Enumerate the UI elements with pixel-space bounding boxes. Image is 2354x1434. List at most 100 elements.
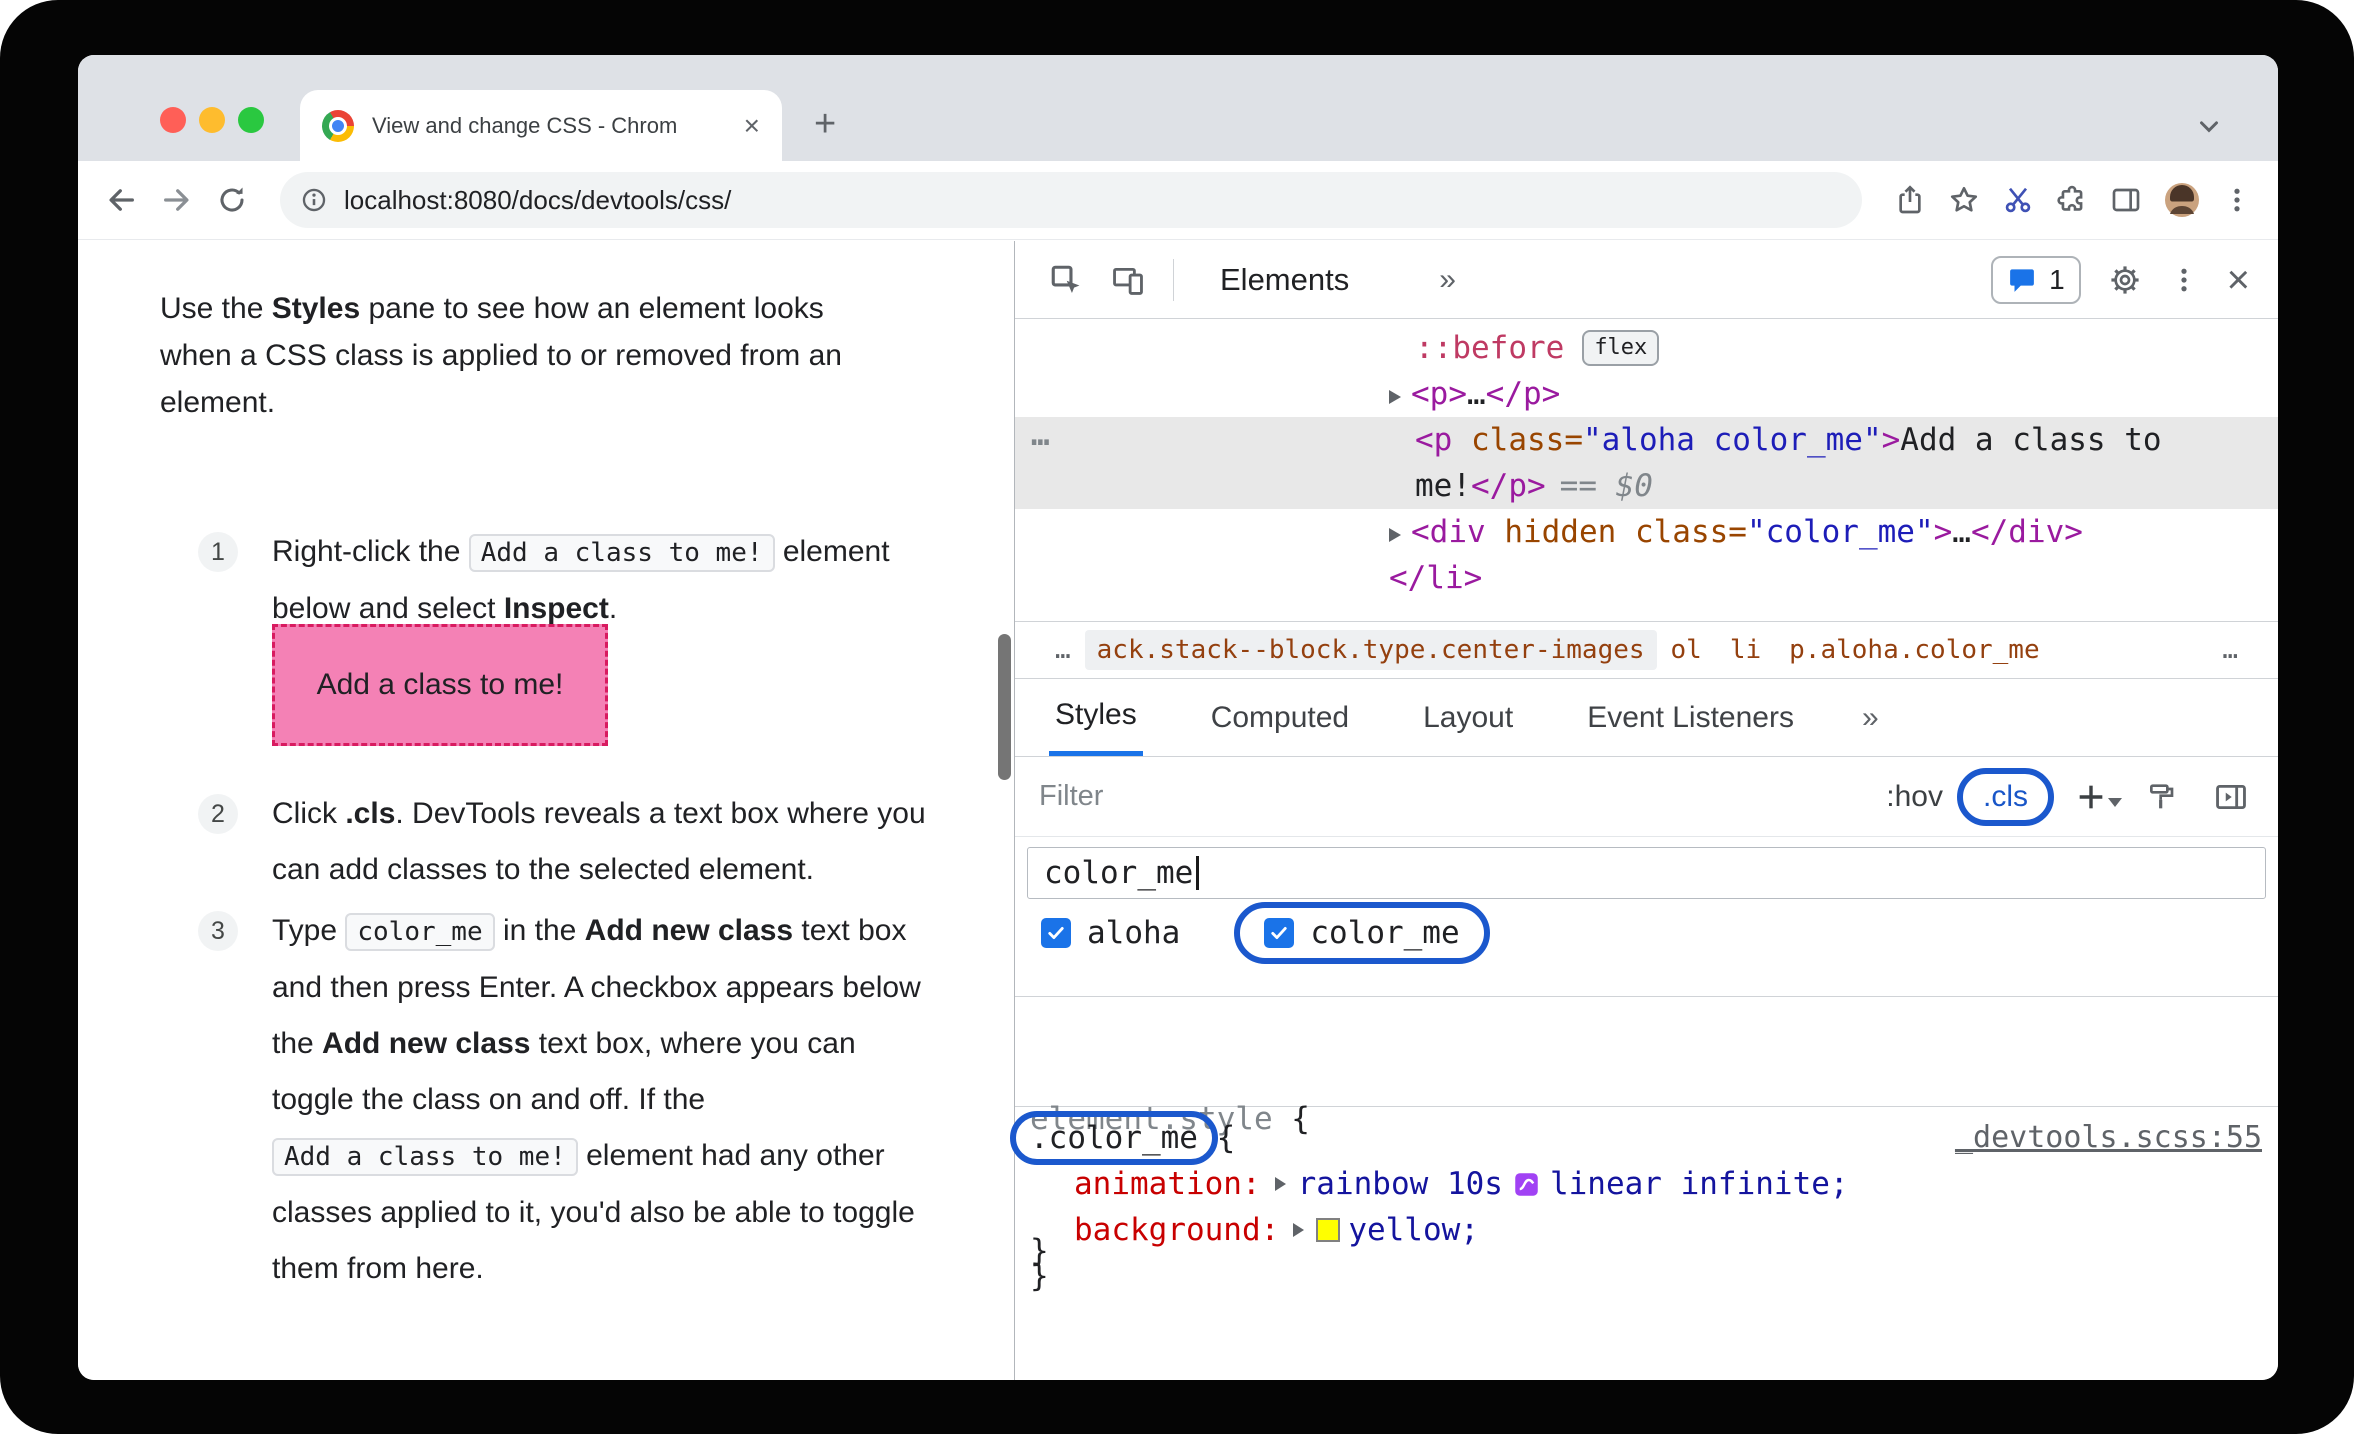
bold-cls: .cls xyxy=(345,797,396,830)
inspect-element-button[interactable] xyxy=(1049,263,1083,297)
color-me-selector[interactable]: .color_me xyxy=(1030,1120,1198,1156)
new-style-rule-button[interactable] xyxy=(2074,780,2122,814)
tab-computed[interactable]: Computed xyxy=(1205,679,1355,756)
breadcrumb-item[interactable]: ack.stack--block.type.center-images xyxy=(1084,630,1657,670)
expand-arrow-icon[interactable] xyxy=(1274,1177,1286,1191)
close-window-button[interactable] xyxy=(160,107,186,133)
node-more-button[interactable]: … xyxy=(1031,417,1053,453)
attr-equals: = xyxy=(1564,422,1583,458)
styles-filter-input[interactable] xyxy=(1039,780,1519,813)
declaration-animation[interactable]: animation: rainbow 10s linear infinite; xyxy=(1030,1161,2278,1207)
profile-avatar[interactable] xyxy=(2164,182,2200,218)
browser-window: View and change CSS - Chrom × + localhos… xyxy=(78,55,2278,1380)
dom-row-li-close[interactable]: </li> xyxy=(1015,555,2278,601)
share-button[interactable] xyxy=(1894,184,1926,216)
tab-close-icon[interactable]: × xyxy=(744,111,760,140)
tab-event-listeners[interactable]: Event Listeners xyxy=(1581,679,1800,756)
selected-node-line-1: <p class="aloha color_me">Add a class to xyxy=(1415,417,2278,463)
breadcrumb-item[interactable]: p.aloha.color_me xyxy=(1775,635,2053,665)
flex-badge[interactable]: flex xyxy=(1582,330,1660,366)
text-segment: in the xyxy=(494,914,585,947)
expand-arrow-icon[interactable] xyxy=(1389,390,1401,404)
expand-arrow-icon[interactable] xyxy=(1389,528,1401,542)
selected-dom-node[interactable]: … <p class="aloha color_me">Add a class … xyxy=(1015,417,2278,509)
bookmark-star-icon[interactable] xyxy=(1948,184,1980,216)
expand-arrow-icon[interactable] xyxy=(1293,1223,1305,1237)
side-panel-icon[interactable] xyxy=(2110,184,2142,216)
back-button[interactable] xyxy=(104,183,138,217)
inline-code-add-class: Add a class to me! xyxy=(468,534,775,572)
device-toolbar-button[interactable] xyxy=(1111,263,1145,297)
browser-tab[interactable]: View and change CSS - Chrom × xyxy=(300,90,782,161)
animation-shortcut-icon[interactable] xyxy=(1513,1171,1540,1198)
attr-name: class xyxy=(1616,514,1729,550)
forward-button[interactable] xyxy=(160,183,194,217)
add-class-input[interactable]: color_me xyxy=(1027,847,2266,899)
tag-close: </li> xyxy=(1389,560,1483,596)
step-1-number: 1 xyxy=(198,532,238,572)
breadcrumb-item[interactable]: ol xyxy=(1657,635,1716,665)
demo-box-label: Add a class to me! xyxy=(316,668,564,701)
devtools-menu-button[interactable] xyxy=(2169,265,2199,295)
tab-layout[interactable]: Layout xyxy=(1417,679,1519,756)
scissors-extension-icon[interactable] xyxy=(2002,184,2034,216)
more-panels-button[interactable]: » xyxy=(1439,263,1456,297)
settings-gear-button[interactable] xyxy=(2109,264,2141,296)
tab-elements[interactable]: Elements xyxy=(1220,262,1349,298)
inline-code-add-class: Add a class to me! xyxy=(272,1138,578,1176)
cls-toggle-button[interactable]: .cls xyxy=(1957,767,2054,826)
tab-title: View and change CSS - Chrom xyxy=(372,112,678,138)
reload-button[interactable] xyxy=(216,184,248,216)
devtools-panel: Elements » 1 × ::before flex <p>…</p> … <… xyxy=(1014,241,2278,1380)
tab-search-chevron-icon[interactable] xyxy=(2194,111,2224,146)
pseudo-before-node[interactable]: ::before xyxy=(1415,330,1564,366)
step-2-number: 2 xyxy=(198,794,238,834)
text-caret xyxy=(1196,856,1200,890)
intro-text: Use the xyxy=(160,292,272,325)
hov-toggle-button[interactable]: :hov xyxy=(1886,780,1943,814)
node-text: Add a class to xyxy=(1900,422,2162,458)
minimize-window-button[interactable] xyxy=(199,107,225,133)
step-3: 3 Type color_me in the Add new class tex… xyxy=(198,903,988,1297)
step-2-text: Click .cls. DevTools reveals a text box … xyxy=(272,786,932,898)
styles-tab-bar: Styles Computed Layout Event Listeners » xyxy=(1015,679,2278,757)
zoom-window-button[interactable] xyxy=(238,107,264,133)
browser-menu-icon[interactable] xyxy=(2222,185,2252,215)
font-editor-button[interactable] xyxy=(2146,781,2178,813)
toolbar-divider xyxy=(1173,258,1174,301)
breadcrumb-overflow-left[interactable]: … xyxy=(1041,635,1085,665)
declaration-background[interactable]: background: yellow; xyxy=(1030,1207,2278,1253)
dom-row-pseudo-before[interactable]: ::before flex xyxy=(1015,325,2278,371)
class-checkbox-aloha[interactable]: aloha xyxy=(1041,915,1180,951)
checkbox-checked-icon[interactable] xyxy=(1041,918,1071,948)
color-me-style-rule[interactable]: .color_me {_devtools.scss:55 animation: r… xyxy=(1015,1107,2278,1380)
devtools-close-button[interactable]: × xyxy=(2227,260,2250,300)
dom-row-div-hidden[interactable]: <div hidden class="color_me">…</div> xyxy=(1015,509,2278,555)
content-area: Use the Styles pane to see how an elemen… xyxy=(78,241,2278,1380)
breadcrumb-overflow-right[interactable]: … xyxy=(2208,635,2252,665)
doc-scrollbar-thumb[interactable] xyxy=(998,634,1011,780)
extensions-puzzle-icon[interactable] xyxy=(2056,184,2088,216)
add-class-demo-box[interactable]: Add a class to me! xyxy=(272,624,608,746)
stylesheet-source-link[interactable]: _devtools.scss:55 xyxy=(1955,1115,2262,1161)
tab-styles[interactable]: Styles xyxy=(1049,679,1143,756)
add-class-section: color_me aloha color_me xyxy=(1015,837,2278,997)
site-info-icon[interactable] xyxy=(300,186,328,214)
show-sidebar-button[interactable] xyxy=(2214,780,2248,814)
breadcrumb-item[interactable]: li xyxy=(1716,635,1775,665)
rule-selector-line: .color_me {_devtools.scss:55 xyxy=(1030,1115,2278,1161)
step-1: 1 Right-click the Add a class to me! ele… xyxy=(198,524,988,637)
checkbox-label: color_me xyxy=(1310,915,1460,951)
bold-add-new-class: Add new class xyxy=(322,1027,531,1060)
checkbox-checked-icon[interactable] xyxy=(1264,918,1295,948)
element-style-rule[interactable]: element.style { } xyxy=(1015,997,2278,1269)
collapsed-dots[interactable]: … xyxy=(1952,514,1971,550)
new-tab-button[interactable]: + xyxy=(814,105,836,143)
collapsed-dots[interactable]: … xyxy=(1467,376,1486,412)
color-swatch-yellow[interactable] xyxy=(1316,1218,1341,1242)
issues-counter[interactable]: 1 xyxy=(1991,255,2081,304)
class-checkbox-color-me[interactable]: color_me xyxy=(1234,902,1491,964)
address-bar[interactable]: localhost:8080/docs/devtools/css/ xyxy=(280,172,1862,228)
more-tabs-button[interactable]: » xyxy=(1862,679,1879,756)
dom-row-p-collapsed[interactable]: <p>…</p> xyxy=(1015,371,2278,417)
